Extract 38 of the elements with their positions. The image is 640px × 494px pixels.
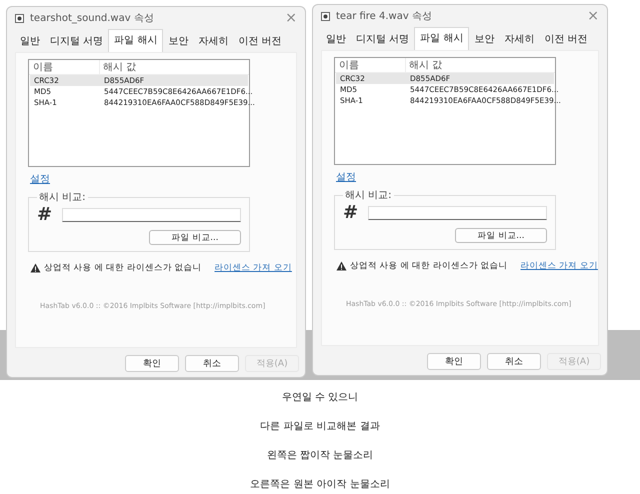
tab[interactable]: 파일 해시 [414,27,470,50]
tab[interactable]: 보안 [469,29,500,50]
tab[interactable]: 이전 버전 [233,31,287,52]
caption-text: 오른쪽은 원본 아이작 눈물소리 [250,478,390,492]
dialog-button[interactable]: 취소 [185,355,239,372]
column-header[interactable]: 해시 값 [99,60,249,74]
tab[interactable]: 디지털 서명 [45,31,108,52]
tab[interactable]: 디지털 서명 [351,29,414,50]
tab[interactable]: 파일 해시 [108,29,164,52]
window-title: tearshot_sound.wav 속성 [30,12,155,25]
warning-text: 상업적 사용 에 대한 라이센스가 없습니 [350,260,508,272]
window-title: tear fire 4.wav 속성 [336,10,433,23]
group-label: 해시 비교: [38,191,87,204]
license-link[interactable]: 라이센스 가져 오기 [520,260,598,272]
tab[interactable]: 자세히 [193,31,234,52]
caption-text: 우연일 수 있으니 [282,391,358,405]
settings-link[interactable]: 설정 [30,172,50,186]
column-header[interactable]: 이름 [335,58,405,72]
caption-text: 왼쪽은 짭이작 눈물소리 [266,449,374,463]
dialog-button[interactable]: 취소 [487,353,541,370]
compare-file-button[interactable]: 파일 비교... [149,230,241,245]
tab[interactable]: 자세히 [499,29,540,50]
hash-icon: # [343,204,358,222]
tab[interactable]: 이전 버전 [539,29,593,50]
warning-text: 상업적 사용 에 대한 라이센스가 없습니 [44,262,202,274]
tab[interactable]: 일반 [321,29,351,50]
settings-link[interactable]: 설정 [336,170,356,184]
tab[interactable]: 보안 [163,31,194,52]
column-header[interactable]: 이름 [29,60,99,74]
column-header[interactable]: 해시 값 [405,58,555,72]
caption-text: 다른 파일로 비교해본 결과 [260,420,380,434]
compare-file-button[interactable]: 파일 비교... [455,228,547,243]
tab[interactable]: 일반 [15,31,45,52]
hash-icon: # [37,206,52,224]
license-link[interactable]: 라이센스 가져 오기 [214,262,292,274]
dialog-button[interactable]: 확인 [125,355,179,372]
dialog-button[interactable]: 확인 [427,353,481,370]
group-label: 해시 비교: [344,189,393,202]
